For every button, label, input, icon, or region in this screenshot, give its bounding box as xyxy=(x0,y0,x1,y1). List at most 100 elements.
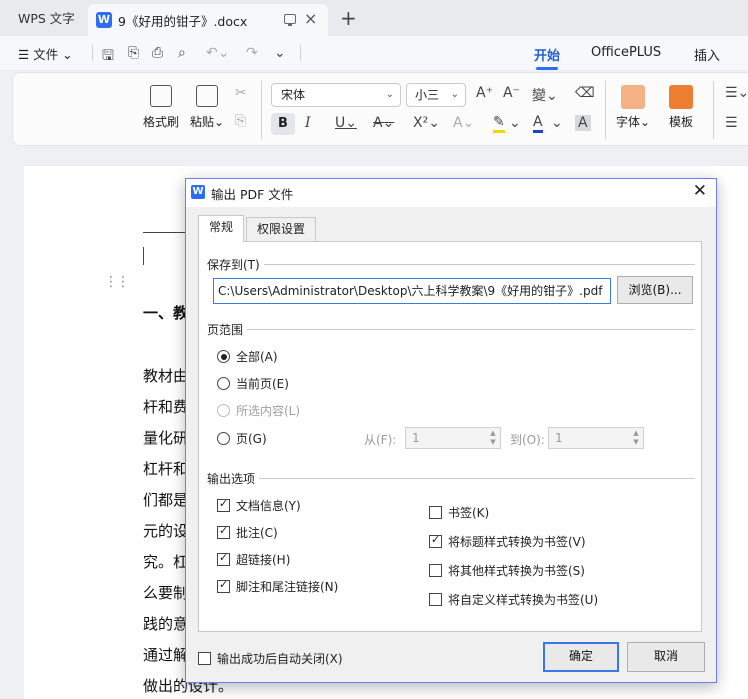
paste-button[interactable]: 粘贴⌄ xyxy=(187,85,227,130)
comments-checkbox[interactable]: 批注(C) xyxy=(217,524,278,541)
chevron-down-icon[interactable]: ⌄ xyxy=(551,115,563,131)
char-shading-button[interactable]: A xyxy=(575,115,591,131)
to-page-value: 1 xyxy=(555,431,563,445)
chevron-down-icon: ⌄ xyxy=(385,89,394,100)
doc-line: 们都是 xyxy=(143,491,189,509)
template-label: 模板 xyxy=(668,115,693,129)
range-selection-label: 所选内容(L) xyxy=(236,404,301,418)
bold-button[interactable]: B xyxy=(271,113,295,135)
range-current-radio[interactable]: 当前页(E) xyxy=(217,375,289,392)
template-icon xyxy=(669,85,693,109)
highlight-button[interactable]: ✎ xyxy=(493,115,505,133)
range-pages-radio[interactable]: 页(G) xyxy=(217,430,267,447)
dialog-titlebar[interactable]: W 输出 PDF 文件 ✕ xyxy=(186,179,716,207)
file-menu[interactable]: ☰ 文件 ⌄ xyxy=(18,44,73,63)
font-style-button[interactable]: 字体⌄ xyxy=(613,85,653,130)
range-all-radio[interactable]: 全部(A) xyxy=(217,348,278,365)
stepper-arrows-icon[interactable]: ▲ ▼ xyxy=(487,429,499,447)
other-style-bookmark-checkbox[interactable]: 将其他样式转换为书签(S) xyxy=(429,562,585,579)
save-icon[interactable]: 🖫 xyxy=(102,45,114,69)
save-path-field[interactable]: C:\Users\Administrator\Desktop\六上科学教案\9《… xyxy=(213,278,611,304)
checkbox-box xyxy=(217,497,230,512)
margin-mark xyxy=(143,247,144,265)
strikethrough-button[interactable]: A⌄ xyxy=(373,115,394,131)
general-panel: 保存到(T) C:\Users\Administrator\Desktop\六上… xyxy=(198,241,702,632)
checkbox-box xyxy=(217,578,230,593)
footnote-links-label: 脚注和尾注链接(N) xyxy=(236,580,339,594)
screen-mode-icon[interactable] xyxy=(284,14,296,26)
custom-style-bookmark-label: 将自定义样式转换为书签(U) xyxy=(448,593,599,607)
redo-icon[interactable]: ↷ xyxy=(246,45,258,61)
undo-icon[interactable]: ↶⌄ xyxy=(206,45,229,61)
font-color-button[interactable]: A xyxy=(533,115,543,133)
font-family-select[interactable]: 宋体 ⌄ xyxy=(271,83,401,107)
format-painter-icon xyxy=(150,85,172,107)
wps-writer-icon: W xyxy=(191,185,205,199)
print-preview-icon[interactable]: ⌕ xyxy=(178,45,186,61)
font-size-select[interactable]: 小三 ⌄ xyxy=(406,83,466,107)
italic-button[interactable]: I xyxy=(305,115,311,131)
chevron-down-icon: ⌄ xyxy=(450,89,459,100)
format-painter-button[interactable]: 格式刷 xyxy=(141,85,181,130)
radio-dot xyxy=(217,404,230,417)
more-quick-access-icon[interactable]: ⌄ xyxy=(274,45,286,61)
to-label: 到(O): xyxy=(510,433,545,447)
drag-handle-icon[interactable]: ⋮⋮ xyxy=(104,274,130,290)
stepper-arrows-icon[interactable]: ▲ ▼ xyxy=(630,429,642,447)
to-page-stepper[interactable]: 1 ▲ ▼ xyxy=(548,427,644,449)
superscript-button[interactable]: X²⌄ xyxy=(413,115,440,131)
grow-font-icon[interactable]: A⁺ xyxy=(476,85,493,101)
doc-line: 么要制 xyxy=(143,584,189,602)
cut-icon[interactable]: ✂ xyxy=(235,85,247,101)
doc-line: 践的意 xyxy=(143,615,189,633)
bullet-list-icon[interactable]: ☰⌄ xyxy=(725,85,748,101)
doc-line: 教材由 xyxy=(143,367,189,385)
ribbon-tab-insert[interactable]: 插入 xyxy=(694,45,720,64)
tab-wps-home[interactable]: WPS 文字 xyxy=(8,6,85,32)
from-page-stepper[interactable]: 1 ▲ ▼ xyxy=(405,427,501,449)
new-tab-icon[interactable]: + xyxy=(340,6,357,30)
template-button[interactable]: 模板 xyxy=(661,85,701,130)
auto-close-label: 输出成功后自动关闭(X) xyxy=(217,652,343,666)
checkbox-box xyxy=(217,551,230,566)
font-family-value: 宋体 xyxy=(281,88,306,102)
clear-format-icon[interactable]: ⌫ xyxy=(575,85,595,101)
paste-icon xyxy=(196,85,218,107)
export-icon[interactable]: ⎘ xyxy=(128,45,139,61)
close-icon[interactable]: ✕ xyxy=(693,181,707,201)
align-left-icon[interactable]: ☰ xyxy=(725,115,738,131)
menu-row: ☰ 文件 ⌄ 🖫 ⎘ ⎙ ⌕ ↶⌄ ↷ ⌄ 开始 OfficePLUS 插入 xyxy=(0,36,748,70)
group-divider xyxy=(207,478,695,479)
other-style-bookmark-label: 将其他样式转换为书签(S) xyxy=(448,564,585,578)
from-label: 从(F): xyxy=(364,433,397,447)
ok-button[interactable]: 确定 xyxy=(543,642,619,672)
ribbon-tab-home[interactable]: 开始 xyxy=(534,45,560,70)
tab-general[interactable]: 常规 xyxy=(198,215,245,242)
divider xyxy=(605,81,606,139)
tab-document[interactable]: W 9《好用的钳子》.docx × xyxy=(88,4,328,36)
bookmarks-checkbox[interactable]: 书签(K) xyxy=(429,504,489,521)
shrink-font-icon[interactable]: A⁻ xyxy=(503,85,520,101)
divider xyxy=(92,45,93,61)
close-tab-icon[interactable]: × xyxy=(304,9,317,28)
browse-button[interactable]: 浏览(B)... xyxy=(617,276,693,304)
doc-info-checkbox[interactable]: 文档信息(Y) xyxy=(217,497,301,514)
divider xyxy=(713,81,714,139)
print-icon[interactable]: ⎙ xyxy=(152,45,163,61)
footnote-links-checkbox[interactable]: 脚注和尾注链接(N) xyxy=(217,578,338,595)
hyperlinks-checkbox[interactable]: 超链接(H) xyxy=(217,551,290,568)
chevron-down-icon[interactable]: ⌄ xyxy=(509,115,521,131)
tab-permissions[interactable]: 权限设置 xyxy=(246,217,317,241)
doc-line: 杆和费 xyxy=(143,398,189,416)
phonetic-guide-icon[interactable]: 變⌄ xyxy=(532,85,558,105)
custom-style-bookmark-checkbox[interactable]: 将自定义样式转换为书签(U) xyxy=(429,591,598,608)
underline-button[interactable]: U⌄ xyxy=(335,115,357,131)
cancel-button[interactable]: 取消 xyxy=(627,642,705,672)
heading-to-bookmark-checkbox[interactable]: 将标题样式转换为书签(V) xyxy=(429,533,586,550)
font-style-icon xyxy=(621,85,645,109)
ribbon-tab-officeplus[interactable]: OfficePLUS xyxy=(591,45,661,60)
auto-close-checkbox[interactable]: 输出成功后自动关闭(X) xyxy=(198,650,343,667)
text-effect-button[interactable]: A⌄ xyxy=(453,115,474,131)
copy-icon[interactable]: ⎘ xyxy=(235,113,246,129)
doc-line: 元的设 xyxy=(143,522,189,540)
